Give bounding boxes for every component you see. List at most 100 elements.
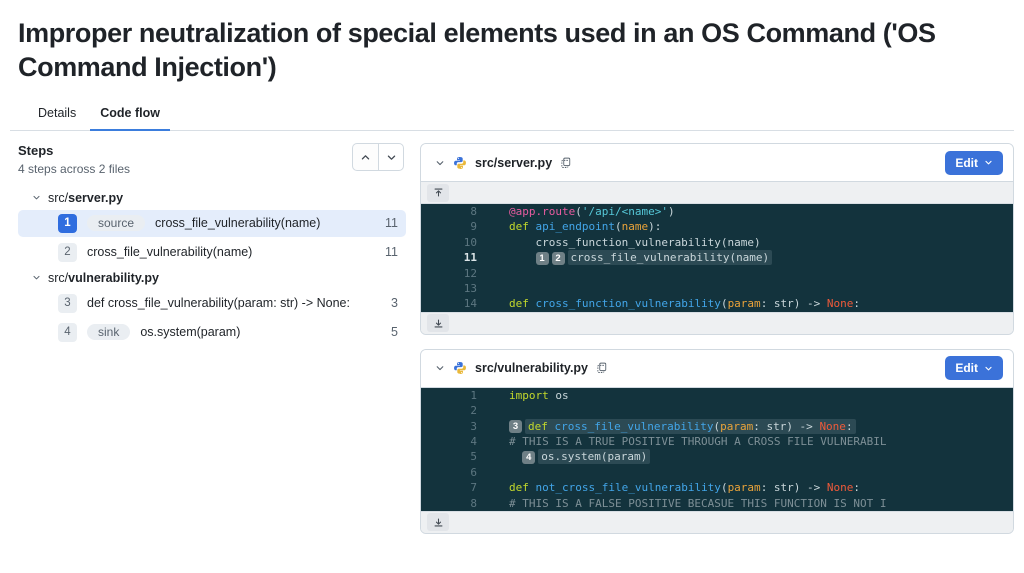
steps-sidebar: Steps 4 steps across 2 files xyxy=(10,143,410,561)
code-block[interactable]: 8 @app.route('/api/<name>') 9 def api_en… xyxy=(421,204,1013,312)
step-row-3[interactable]: 3 def cross_file_vulnerability(param: st… xyxy=(18,290,406,317)
expand-down-button[interactable] xyxy=(427,513,449,531)
edit-button[interactable]: Edit xyxy=(945,356,1003,380)
line-number: 7 xyxy=(421,480,487,495)
step-label: def cross_file_vulnerability(param: str)… xyxy=(87,296,350,310)
content-area: Steps 4 steps across 2 files xyxy=(0,131,1024,561)
steps-header: Steps 4 steps across 2 files xyxy=(18,143,410,176)
code-panels: src/server.py Edit xyxy=(420,143,1014,561)
code-line-text: # THIS IS A FALSE POSITIVE BECASUE THIS … xyxy=(487,496,887,511)
edit-button-label: Edit xyxy=(955,156,978,170)
copy-icon[interactable] xyxy=(560,157,572,169)
code-step-badge[interactable]: 2 xyxy=(552,252,565,265)
line-number: 8 xyxy=(421,204,487,219)
code-line-text: def api_endpoint(name): xyxy=(487,219,661,234)
code-line: 14 def cross_function_vulnerability(para… xyxy=(421,296,1013,311)
file-group-server-py[interactable]: src/server.py xyxy=(18,188,410,208)
line-number: 11 xyxy=(421,250,487,265)
steps-subtitle: 4 steps across 2 files xyxy=(18,162,130,176)
steps-heading-text: Steps 4 steps across 2 files xyxy=(18,143,130,176)
tab-details[interactable]: Details xyxy=(28,102,86,131)
step-line-number: 5 xyxy=(383,325,398,339)
code-block[interactable]: 1 import os 2 3 3def cross_file_vulnerab… xyxy=(421,388,1013,511)
code-line: 8 # THIS IS A FALSE POSITIVE BECASUE THI… xyxy=(421,496,1013,511)
step-tag-sink: sink xyxy=(87,324,130,340)
line-number: 13 xyxy=(421,281,487,296)
step-row-2[interactable]: 2 cross_file_vulnerability(name) 11 xyxy=(18,239,406,266)
line-number: 1 xyxy=(421,388,487,403)
chevron-down-icon xyxy=(32,273,41,282)
code-step-badge[interactable]: 1 xyxy=(536,252,549,265)
step-line-number: 11 xyxy=(377,216,398,230)
step-number-badge: 3 xyxy=(58,294,77,313)
line-number: 9 xyxy=(421,219,487,234)
code-panel-header: src/server.py Edit xyxy=(421,144,1013,182)
steps-title: Steps xyxy=(18,143,130,160)
chevron-down-icon[interactable] xyxy=(435,158,445,168)
edit-button-label: Edit xyxy=(955,361,978,375)
code-line-text: cross_function_vulnerability(name) xyxy=(487,235,761,250)
code-line: 8 @app.route('/api/<name>') xyxy=(421,204,1013,219)
step-label: cross_file_vulnerability(name) xyxy=(87,245,252,259)
python-icon xyxy=(453,361,467,375)
chevron-down-icon xyxy=(984,364,993,373)
code-line-highlighted: 5 4os.system(param) xyxy=(421,449,1013,464)
code-line-highlighted: 11 12cross_file_vulnerability(name) xyxy=(421,250,1013,265)
code-line: 1 import os xyxy=(421,388,1013,403)
code-line: 13 xyxy=(421,281,1013,296)
steps-tree: src/server.py 1 source cross_file_vulner… xyxy=(18,188,410,346)
step-number-badge: 1 xyxy=(58,214,77,233)
code-line: 6 xyxy=(421,465,1013,480)
file-group-label: src/server.py xyxy=(48,191,123,205)
file-group-label: src/vulnerability.py xyxy=(48,271,159,285)
expand-up-strip xyxy=(421,182,1013,204)
code-step-badge[interactable]: 4 xyxy=(522,451,535,464)
previous-step-button[interactable] xyxy=(352,143,378,171)
step-nav-buttons xyxy=(352,143,404,171)
line-number: 5 xyxy=(421,449,487,464)
code-panel-file-path: src/server.py xyxy=(475,156,552,170)
code-step-badge[interactable]: 3 xyxy=(509,420,522,433)
line-number: 2 xyxy=(421,403,487,418)
code-line: 12 xyxy=(421,266,1013,281)
line-number: 3 xyxy=(421,419,487,434)
chevron-up-icon xyxy=(360,152,371,163)
chevron-down-icon xyxy=(386,152,397,163)
file-group-vulnerability-py[interactable]: src/vulnerability.py xyxy=(18,268,410,288)
code-line-text: import os xyxy=(487,388,569,403)
line-number: 6 xyxy=(421,465,487,480)
expand-down-strip xyxy=(421,511,1013,533)
line-number: 12 xyxy=(421,266,487,281)
line-number: 10 xyxy=(421,235,487,250)
tab-bar: Details Code flow xyxy=(10,92,1014,131)
step-label: cross_file_vulnerability(name) xyxy=(155,216,320,230)
step-row-4[interactable]: 4 sink os.system(param) 5 xyxy=(18,319,406,346)
code-panel-header: src/vulnerability.py Edit xyxy=(421,350,1013,388)
chevron-down-icon[interactable] xyxy=(435,363,445,373)
code-line: 7 def not_cross_file_vulnerability(param… xyxy=(421,480,1013,495)
next-step-button[interactable] xyxy=(378,143,404,171)
edit-button[interactable]: Edit xyxy=(945,151,1003,175)
code-line-text: 3def cross_file_vulnerability(param: str… xyxy=(487,419,856,434)
copy-icon[interactable] xyxy=(596,362,608,374)
code-panel-server-py: src/server.py Edit xyxy=(420,143,1014,335)
code-line: 9 def api_endpoint(name): xyxy=(421,219,1013,234)
line-number: 14 xyxy=(421,296,487,311)
step-row-1[interactable]: 1 source cross_file_vulnerability(name) … xyxy=(18,210,406,237)
expand-down-button[interactable] xyxy=(427,314,449,332)
chevron-down-icon xyxy=(32,193,41,202)
code-line: 2 xyxy=(421,403,1013,418)
code-line-text: def cross_function_vulnerability(param: … xyxy=(487,296,860,311)
chevron-down-icon xyxy=(984,158,993,167)
line-number: 4 xyxy=(421,434,487,449)
page-title: Improper neutralization of special eleme… xyxy=(0,0,990,84)
step-number-badge: 2 xyxy=(58,243,77,262)
code-line-highlighted: 3 3def cross_file_vulnerability(param: s… xyxy=(421,419,1013,434)
step-line-number: 3 xyxy=(383,296,398,310)
tab-code-flow[interactable]: Code flow xyxy=(90,102,170,131)
code-line-text: 12cross_file_vulnerability(name) xyxy=(487,250,772,265)
arrow-down-to-line-icon xyxy=(433,318,444,329)
code-line: 4 # THIS IS A TRUE POSITIVE THROUGH A CR… xyxy=(421,434,1013,449)
expand-up-button[interactable] xyxy=(427,184,449,202)
expand-down-strip xyxy=(421,312,1013,334)
